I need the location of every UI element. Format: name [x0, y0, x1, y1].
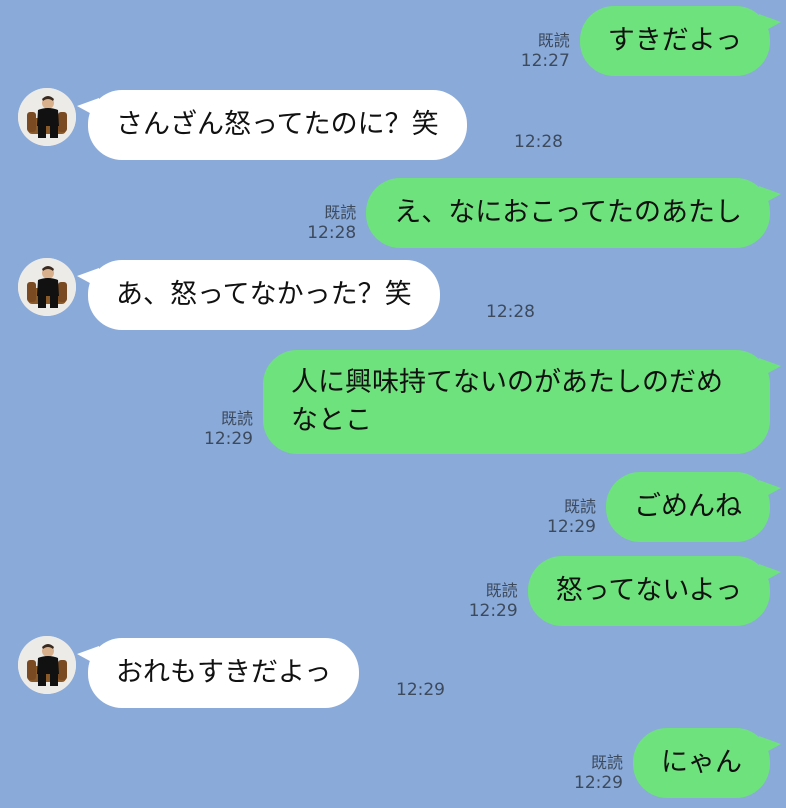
- message-meta: 12:28: [486, 302, 535, 323]
- message-text: すきだよっ: [607, 25, 742, 56]
- message-text: ごめんね: [634, 491, 742, 522]
- message-text: あ、怒ってなかった？笑: [116, 279, 412, 310]
- message-bubble-sent[interactable]: 怒ってないよっ: [527, 556, 782, 626]
- message-row-received: おれもすきだよっ 12:29: [0, 636, 786, 714]
- person-avatar-icon: [18, 636, 76, 694]
- message-row-sent: 既読 12:29 人に興味持てないのがあたしのだめなとこ: [0, 350, 786, 454]
- message-time: 12:29: [396, 680, 445, 700]
- message-meta: 既読 12:29: [469, 580, 518, 622]
- message-time: 12:29: [468, 601, 518, 621]
- message-meta: 12:29: [396, 680, 445, 701]
- message-time: 12:29: [547, 517, 596, 537]
- avatar[interactable]: [18, 88, 76, 146]
- message-row-sent: 既読 12:29 ごめんね: [0, 472, 786, 542]
- chat-area: 既読 12:27 すきだよっ さんざん怒ってたのに？笑 12:28 既読 12:…: [0, 0, 786, 808]
- read-receipt: 既読: [485, 581, 518, 600]
- message-text: え、なにおこってたのあたし: [394, 197, 742, 228]
- message-bubble-sent[interactable]: すきだよっ: [579, 6, 782, 76]
- message-text: にゃん: [661, 747, 742, 778]
- message-row-sent: 既読 12:27 すきだよっ: [0, 6, 786, 76]
- message-text: おれもすきだよっ: [116, 657, 332, 688]
- message-text: 人に興味持てないのがあたしのだめなとこ: [291, 367, 723, 436]
- message-row-received: あ、怒ってなかった？笑 12:28: [0, 258, 786, 336]
- message-time: 12:28: [514, 132, 563, 152]
- person-avatar-icon: [18, 88, 76, 146]
- message-bubble-sent[interactable]: え、なにおこってたのあたし: [366, 178, 781, 248]
- read-receipt: 既読: [537, 31, 570, 50]
- message-meta: 既読 12:29: [204, 408, 253, 450]
- avatar[interactable]: [18, 636, 76, 694]
- message-bubble-sent[interactable]: 人に興味持てないのがあたしのだめなとこ: [263, 350, 781, 454]
- message-meta: 12:28: [514, 132, 563, 153]
- message-row-received: さんざん怒ってたのに？笑 12:28: [0, 88, 786, 166]
- read-receipt: 既読: [563, 497, 596, 516]
- read-receipt: 既読: [220, 409, 253, 428]
- message-bubble-received[interactable]: さんざん怒ってたのに？笑: [77, 90, 467, 160]
- message-text: 怒ってないよっ: [555, 575, 742, 606]
- message-bubble-sent[interactable]: ごめんね: [606, 472, 781, 542]
- message-meta: 既読 12:27: [521, 30, 570, 72]
- message-text: さんざん怒ってたのに？笑: [116, 109, 439, 140]
- message-bubble-sent[interactable]: にゃん: [633, 728, 781, 798]
- message-row-sent: 既読 12:28 え、なにおこってたのあたし: [0, 178, 786, 248]
- avatar[interactable]: [18, 258, 76, 316]
- message-time: 12:29: [204, 429, 253, 449]
- message-meta: 既読 12:28: [307, 202, 356, 244]
- read-receipt: 既読: [590, 753, 623, 772]
- read-receipt: 既読: [324, 203, 357, 222]
- message-bubble-received[interactable]: おれもすきだよっ: [76, 638, 360, 708]
- person-avatar-icon: [18, 258, 76, 316]
- message-time: 12:27: [520, 51, 570, 71]
- message-meta: 既読 12:29: [547, 496, 596, 538]
- message-time: 12:28: [307, 223, 357, 243]
- message-row-sent: 既読 12:29 にゃん: [0, 728, 786, 798]
- message-time: 12:28: [486, 302, 535, 322]
- message-time: 12:29: [574, 773, 623, 793]
- message-bubble-received[interactable]: あ、怒ってなかった？笑: [77, 260, 440, 330]
- message-meta: 既読 12:29: [574, 752, 623, 794]
- message-row-sent: 既読 12:29 怒ってないよっ: [0, 556, 786, 626]
